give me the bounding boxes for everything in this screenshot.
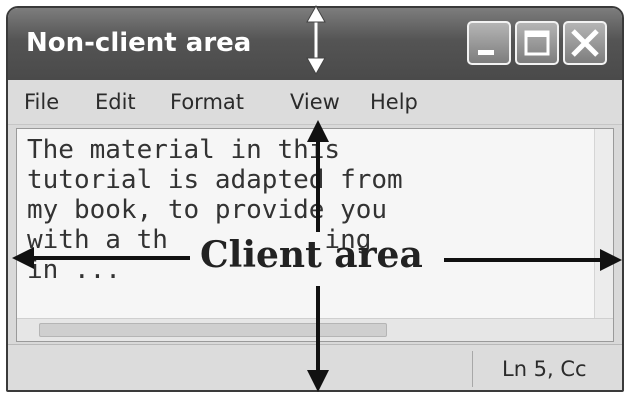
nonclient-double-arrow xyxy=(306,4,326,76)
annotation-arrows xyxy=(12,4,622,392)
client-arrows xyxy=(12,120,622,392)
